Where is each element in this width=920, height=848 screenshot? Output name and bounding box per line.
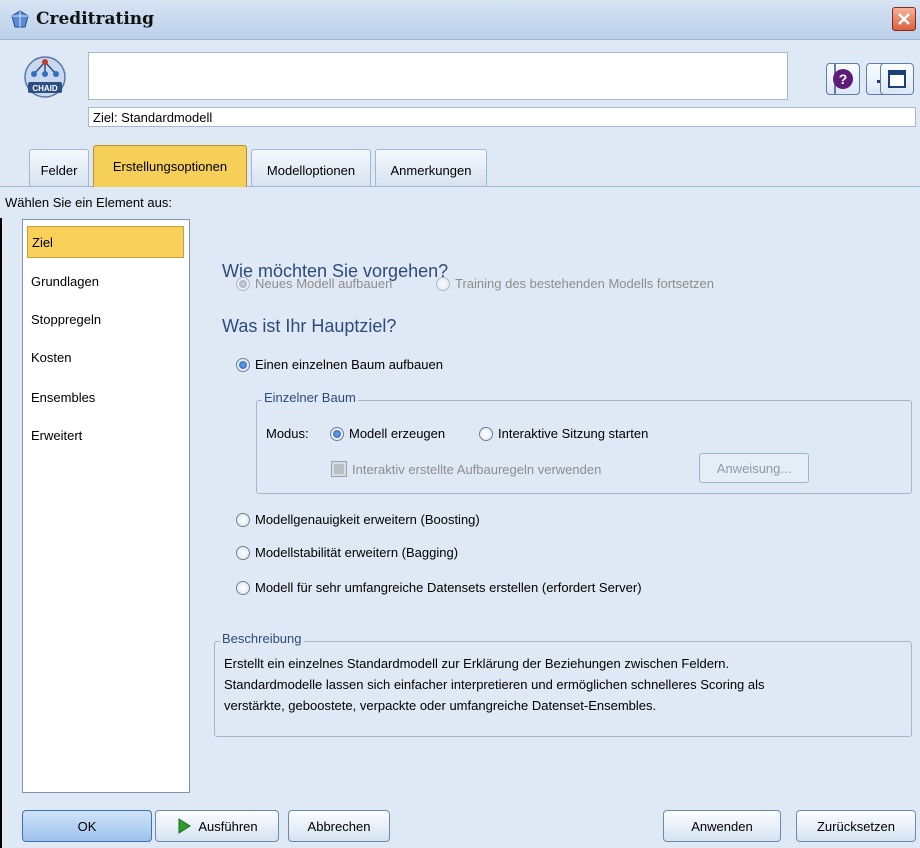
- help-overlay: ?: [826, 63, 860, 95]
- chaid-node-icon: CHAID: [22, 54, 68, 100]
- tab-annotations[interactable]: Anmerkungen: [375, 149, 487, 186]
- window-title: Creditrating: [36, 9, 155, 29]
- reset-button[interactable]: Zurücksetzen: [796, 810, 916, 842]
- description-text: Erstellt ein einzelnes Standardmodell zu…: [224, 653, 896, 716]
- use-rules-checkbox: [331, 461, 347, 477]
- boosting-radio[interactable]: [236, 512, 250, 527]
- continue-training-radio: [436, 276, 450, 291]
- description-line: Erstellt ein einzelnes Standardmodell zu…: [224, 656, 730, 671]
- cancel-button[interactable]: Abbrechen: [288, 810, 390, 842]
- select-item-label: Wählen Sie ein Element aus:: [5, 195, 172, 210]
- apply-button[interactable]: Anwenden: [663, 810, 781, 842]
- single-tree-group-title: Einzelner Baum: [262, 390, 358, 405]
- single-tree-radio[interactable]: [236, 357, 250, 372]
- bagging-option[interactable]: Modellstabilität erweitern (Bagging): [236, 545, 458, 560]
- single-tree-group: [256, 400, 912, 494]
- large-dataset-option[interactable]: Modell für sehr umfangreiche Datensets e…: [236, 580, 642, 595]
- generate-model-radio[interactable]: [330, 426, 344, 441]
- ok-button[interactable]: OK: [22, 810, 152, 842]
- interactive-session-option[interactable]: Interaktive Sitzung starten: [479, 426, 648, 441]
- large-dataset-radio[interactable]: [236, 580, 250, 595]
- description-title: Beschreibung: [220, 631, 304, 646]
- description-line: verstärkte, geboostete, verpackte oder u…: [224, 698, 657, 713]
- tab-build-options[interactable]: Erstellungsoptionen: [93, 145, 247, 187]
- run-button[interactable]: Ausführen: [155, 810, 279, 842]
- boosting-label: Modellgenauigkeit erweitern (Boosting): [255, 512, 480, 527]
- new-model-radio: [236, 276, 250, 291]
- use-rules-option: Interaktiv erstellte Aufbauregeln verwen…: [331, 461, 601, 477]
- new-model-label: Neues Modell aufbauen: [255, 276, 393, 291]
- close-button[interactable]: [892, 7, 916, 31]
- svg-text:CHAID: CHAID: [32, 84, 58, 93]
- tab-model-options[interactable]: Modelloptionen: [251, 149, 371, 186]
- run-label: Ausführen: [198, 818, 258, 834]
- list-item-advanced[interactable]: Erweitert: [27, 420, 184, 452]
- continue-training-label: Training des bestehenden Modells fortset…: [455, 276, 714, 291]
- continue-training-option: Training des bestehenden Modells fortset…: [436, 276, 714, 291]
- interactive-session-label: Interaktive Sitzung starten: [498, 426, 649, 441]
- list-item-costs[interactable]: Kosten: [27, 342, 184, 374]
- svg-text:?: ?: [839, 71, 848, 87]
- bagging-label: Modellstabilität erweitern (Bagging): [255, 545, 459, 560]
- list-item-stopping-rules[interactable]: Stoppregeln: [27, 304, 184, 336]
- single-tree-option[interactable]: Einen einzelnen Baum aufbauen: [236, 357, 443, 372]
- list-item-ensembles[interactable]: Ensembles: [27, 382, 184, 414]
- maximize-icon: [888, 70, 906, 88]
- use-rules-label: Interaktiv erstellte Aufbauregeln verwen…: [352, 461, 602, 477]
- single-tree-label: Einen einzelnen Baum aufbauen: [255, 357, 443, 372]
- instruction-button: Anweisung...: [699, 453, 809, 483]
- boosting-option[interactable]: Modellgenauigkeit erweitern (Boosting): [236, 512, 480, 527]
- maximize-button[interactable]: [880, 63, 914, 95]
- question-main-goal: Was ist Ihr Hauptziel?: [222, 316, 397, 336]
- close-icon: [898, 13, 910, 25]
- large-dataset-label: Modell für sehr umfangreiche Datensets e…: [255, 580, 642, 595]
- mode-row: Modus:: [266, 426, 309, 441]
- window-left-edge: [0, 218, 2, 848]
- interactive-session-radio[interactable]: [479, 426, 493, 441]
- list-item-basics[interactable]: Grundlagen: [27, 266, 184, 298]
- bagging-radio[interactable]: [236, 545, 250, 560]
- tab-fields[interactable]: Felder: [29, 149, 89, 186]
- target-field[interactable]: Ziel: Standardmodell: [88, 107, 916, 127]
- list-item-target[interactable]: Ziel: [27, 226, 184, 258]
- new-model-option: Neues Modell aufbauen: [236, 276, 392, 291]
- mode-label: Modus:: [266, 426, 309, 441]
- app-icon: [11, 10, 29, 28]
- play-icon: [178, 818, 192, 834]
- node-name-field[interactable]: [88, 52, 788, 100]
- description-line: Standardmodelle lassen sich einfacher in…: [224, 677, 765, 692]
- generate-model-label: Modell erzeugen: [349, 426, 446, 441]
- generate-model-option[interactable]: Modell erzeugen: [330, 426, 445, 441]
